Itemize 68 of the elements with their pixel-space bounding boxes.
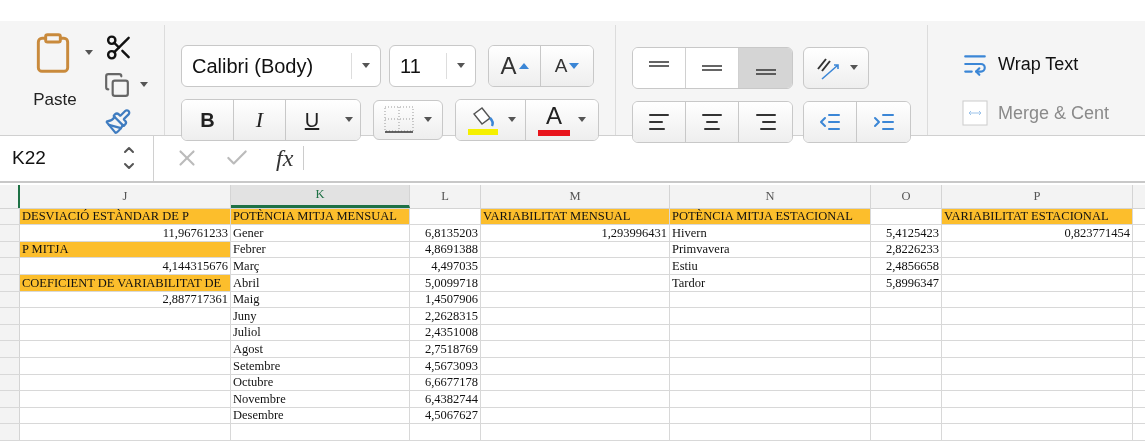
fill-color-button[interactable]	[456, 99, 526, 140]
vertical-align-button[interactable]	[633, 47, 686, 88]
caret-icon	[362, 63, 370, 69]
increase-indent-button[interactable]	[857, 101, 910, 142]
caret-icon	[424, 117, 432, 123]
text-cell[interactable]: Setembre	[231, 358, 410, 374]
paste-button[interactable]: Paste	[20, 24, 90, 135]
text-cell[interactable]: Novembre	[231, 391, 410, 407]
row-header[interactable]	[0, 424, 20, 440]
borders-button[interactable]	[373, 99, 443, 140]
align-center-button[interactable]	[686, 101, 739, 142]
insert-function-button[interactable]: fx	[276, 140, 294, 177]
font-color-swatch	[538, 129, 570, 136]
wrap-text-button[interactable]: Wrap Text	[962, 50, 1110, 78]
font-color-button[interactable]: A	[526, 99, 598, 140]
row-header[interactable]	[0, 391, 20, 407]
text-cell[interactable]: Abril	[231, 275, 410, 291]
up-triangle-icon	[518, 62, 529, 69]
column-header[interactable]: K	[231, 184, 410, 208]
borders-icon	[384, 105, 414, 134]
grow-font-button[interactable]: A	[489, 45, 541, 86]
column-header[interactable]: P	[942, 184, 1133, 208]
align-right-button[interactable]	[739, 101, 792, 142]
caret-icon	[345, 117, 353, 123]
text-cell[interactable]: Juny	[231, 308, 410, 324]
row-header[interactable]	[0, 258, 20, 275]
text-cell[interactable]: Març	[231, 258, 410, 275]
text-cell[interactable]: COEFICIENT DE VARIABILITAT DE	[20, 275, 231, 291]
shrink-font-button[interactable]: A	[541, 45, 593, 86]
caret-icon	[85, 50, 93, 56]
copy-icon[interactable]	[104, 71, 130, 98]
format-painter-icon[interactable]	[104, 107, 132, 135]
orientation-button[interactable]	[803, 46, 869, 89]
row-header[interactable]	[0, 308, 20, 324]
align-left-button[interactable]	[633, 101, 686, 142]
row-header[interactable]	[0, 275, 20, 291]
caret-icon	[507, 117, 516, 123]
decrease-indent-button[interactable]	[804, 101, 857, 142]
caret-icon	[578, 117, 586, 123]
italic-button[interactable]: I	[234, 99, 286, 140]
text-cell[interactable]: Hivern	[670, 225, 871, 241]
merge-cells-icon	[962, 100, 988, 127]
bold-button[interactable]: B	[182, 99, 234, 140]
font-name-dropdown[interactable]: Calibri (Body)	[181, 44, 381, 87]
vertical-align-button[interactable]	[686, 47, 739, 88]
row-header[interactable]	[0, 225, 20, 241]
column-header[interactable]: L	[410, 184, 481, 208]
caret-icon	[850, 65, 858, 71]
text-cell[interactable]: Agost	[231, 341, 410, 358]
align-lines-icon	[754, 68, 777, 75]
down-triangle-icon	[569, 62, 580, 69]
column-header[interactable]: N	[670, 184, 871, 208]
underline-dropdown[interactable]	[338, 99, 360, 140]
row-header[interactable]	[0, 358, 20, 374]
column-header[interactable]: O	[871, 184, 942, 208]
text-cell[interactable]: Gener	[231, 225, 410, 241]
align-lines-icon	[701, 64, 723, 71]
underline-button[interactable]: U	[286, 99, 338, 140]
column-header[interactable]: M	[481, 184, 670, 208]
text-cell[interactable]: Tardor	[670, 275, 871, 291]
text-cell[interactable]: Estiu	[670, 258, 871, 275]
align-lines-icon	[648, 60, 670, 67]
name-box[interactable]: K22	[0, 135, 154, 181]
row-header[interactable]	[0, 341, 20, 358]
caret-icon	[140, 82, 148, 88]
caret-icon	[457, 63, 465, 69]
vertical-align-button[interactable]	[739, 47, 792, 88]
font-size-dropdown[interactable]: 11	[389, 44, 476, 87]
